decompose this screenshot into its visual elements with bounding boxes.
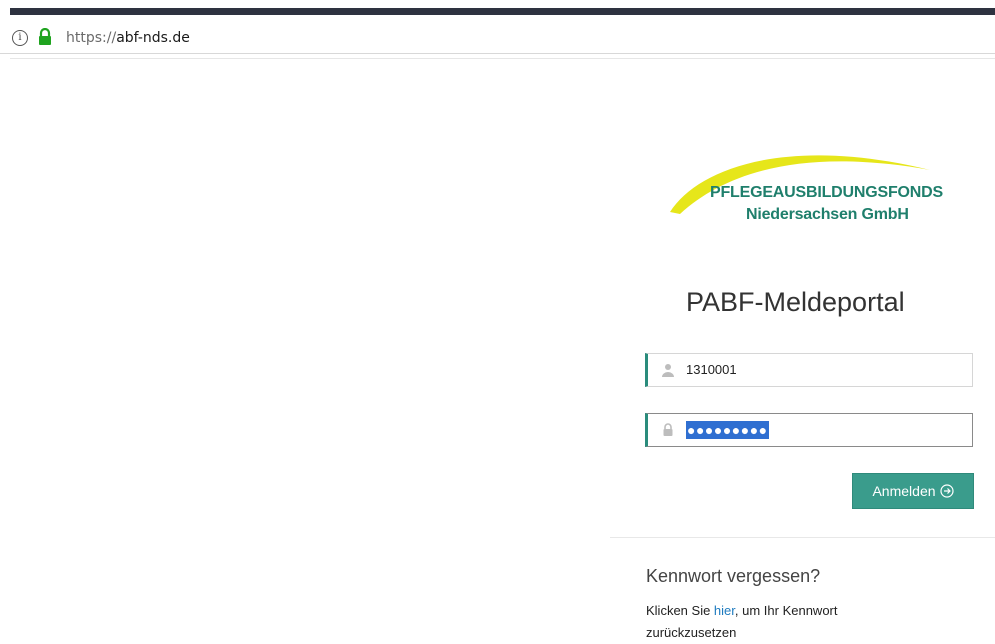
lock-icon — [663, 423, 673, 436]
forgot-password-text: Klicken Sie hier, um Ihr Kennwort zurück… — [646, 600, 906, 644]
lock-icon[interactable] — [38, 28, 52, 46]
url-protocol: https:// — [66, 30, 117, 46]
forgot-password-title: Kennwort vergessen? — [646, 566, 821, 586]
reset-password-link[interactable]: hier — [714, 603, 735, 618]
username-value: 1310001 — [686, 362, 737, 377]
section-divider — [610, 537, 995, 538]
logo-text-line2: Niedersachsen GmbH — [746, 206, 909, 223]
url-text[interactable]: https://abf-nds.de — [66, 30, 190, 46]
password-field[interactable]: ●●●●●●●●● — [645, 413, 973, 447]
login-button[interactable]: Anmelden — [852, 473, 974, 509]
info-icon[interactable]: i — [12, 30, 28, 46]
url-host: abf-nds.de — [116, 30, 190, 46]
address-divider — [10, 58, 995, 59]
page-title: PABF-Meldeportal — [686, 287, 905, 317]
username-field[interactable]: 1310001 — [645, 353, 973, 387]
user-icon — [662, 364, 674, 377]
password-value: ●●●●●●●●● — [686, 421, 769, 439]
browser-top-bar — [10, 8, 995, 15]
arrow-right-circle-icon — [939, 484, 954, 498]
login-button-label: Anmelden — [872, 483, 936, 499]
forgot-text-before: Klicken Sie — [646, 603, 714, 618]
logo-text-line1: PFLEGEAUSBILDUNGSFONDS — [710, 184, 943, 201]
